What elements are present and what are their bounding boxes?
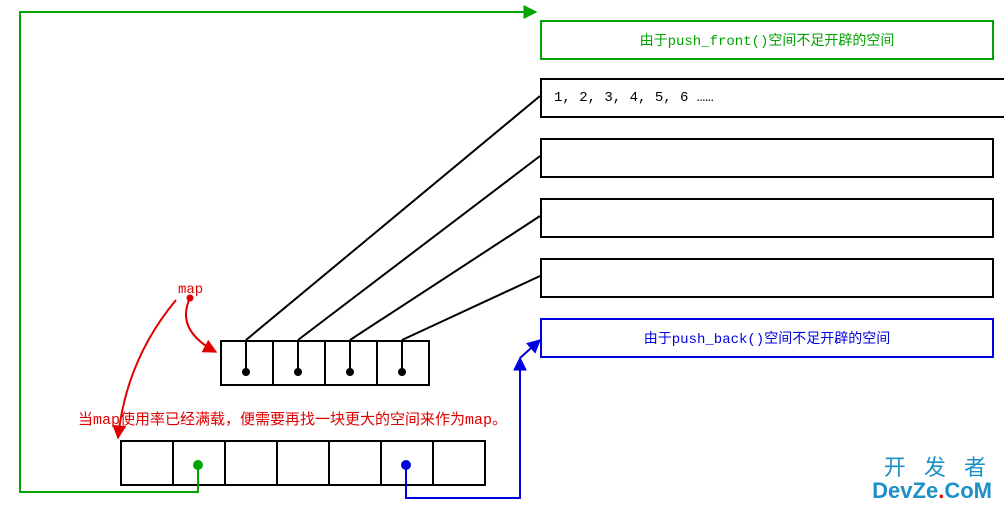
connector-layer xyxy=(0,0,1004,510)
diagram-stage: 由于push_front()空间不足开辟的空间 1, 2, 3, 4, 5, 6… xyxy=(0,0,1004,510)
